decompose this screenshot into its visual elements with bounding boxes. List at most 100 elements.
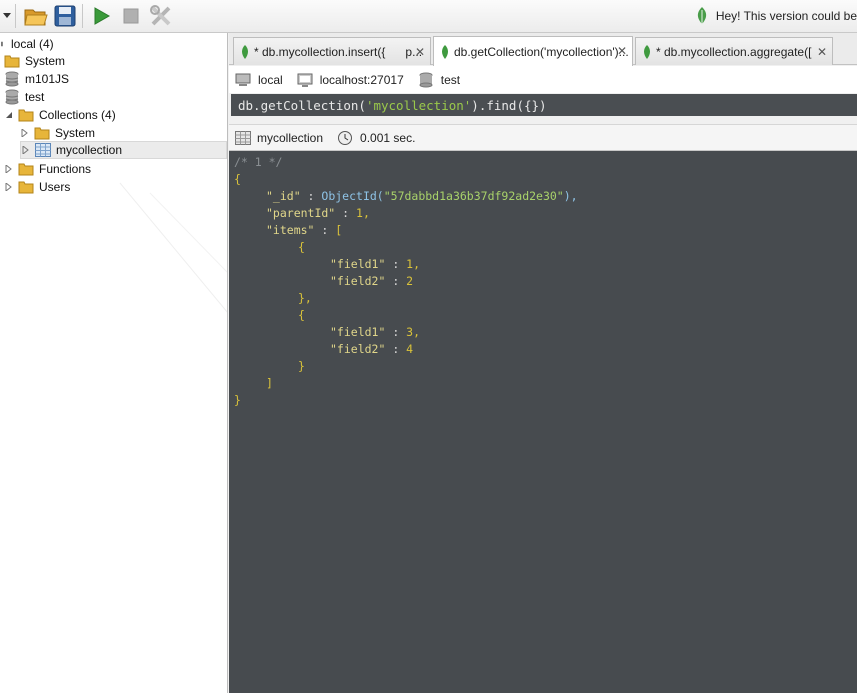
field-key: "parentId"	[266, 206, 336, 220]
item2-open: {	[298, 308, 305, 322]
tree-label-system-db: System	[25, 54, 66, 68]
connection-info-bar: local localhost:27017 test	[229, 66, 857, 93]
expand-arrow-icon[interactable]	[4, 164, 14, 174]
item1-field2: "field2" : 2	[330, 273, 413, 290]
folder-icon	[18, 163, 34, 176]
tree-label-functions: Functions	[39, 162, 92, 176]
tab-label: * db.mycollection.aggregate([	[656, 44, 812, 59]
collection-table-icon	[35, 143, 51, 157]
results-output[interactable]: /* 1 */ { "_id" : ObjectId("57dabbd1a36b…	[229, 151, 857, 693]
execution-time: 0.001 sec.	[337, 130, 415, 146]
expand-arrow-icon[interactable]	[20, 128, 30, 138]
array-close: ]	[266, 376, 273, 390]
field-separator: :	[385, 274, 407, 288]
tree-item-system-db[interactable]: System	[4, 52, 65, 70]
server-address: localhost:27017	[297, 72, 404, 88]
close-icon[interactable]: ✕	[617, 44, 627, 58]
close-icon[interactable]: ✕	[817, 45, 827, 59]
tree-label-collections-system: System	[55, 126, 96, 140]
orientation-button[interactable]	[148, 3, 174, 29]
tree-label-test: test	[25, 90, 45, 104]
play-icon	[94, 7, 110, 25]
tree-item-collections[interactable]: Collections (4)	[4, 106, 116, 124]
tree-item-test[interactable]: test	[4, 88, 44, 106]
item2-field1: "field1" : 3,	[330, 324, 420, 341]
field-separator: :	[335, 206, 357, 220]
objectid-label: ObjectId(	[321, 189, 384, 203]
item2-field2: "field2" : 4	[330, 341, 413, 358]
connection-label: local	[258, 72, 283, 87]
result-collection-label: mycollection	[257, 130, 324, 145]
results-header: mycollection 0.001 sec.	[229, 124, 857, 151]
tab-insert[interactable]: * db.mycollection.insert({ p... ✕	[233, 37, 431, 65]
field-value: 1,	[356, 206, 370, 220]
execute-button[interactable]	[88, 3, 114, 29]
update-notice-text: Hey! This version could be	[715, 9, 857, 23]
field-key: "_id"	[266, 189, 301, 203]
collapse-arrow-icon[interactable]	[4, 110, 14, 120]
tree-label-collections: Collections (4)	[39, 108, 116, 122]
tree-item-functions[interactable]: Functions	[4, 160, 91, 178]
field-key: "items"	[266, 223, 315, 237]
query-text-prefix: db.getCollection(	[238, 97, 366, 113]
query-text-suffix: ).find({})	[471, 97, 547, 113]
expand-arrow-icon[interactable]	[4, 182, 14, 192]
tree-label-m101js: m101JS	[25, 72, 70, 86]
database-name: test	[418, 72, 460, 88]
stop-button[interactable]	[118, 3, 144, 29]
item1-open: {	[298, 240, 305, 254]
tree-item-collections-system[interactable]: System	[20, 124, 95, 142]
tab-find[interactable]: db.getCollection('mycollection')... ✕	[433, 36, 633, 66]
folder-icon	[4, 55, 20, 68]
close-icon[interactable]: ✕	[415, 45, 425, 59]
doc-field-id: "_id" : ObjectId("57dabbd1a36b37df92ad2e…	[266, 188, 578, 205]
collection-table-icon	[235, 130, 251, 145]
doc-open-brace: {	[234, 172, 241, 186]
connect-dropdown-button[interactable]	[0, 3, 14, 29]
tree-label-local: local (4)	[11, 37, 54, 51]
folder-icon	[18, 109, 34, 122]
field-separator: :	[314, 223, 336, 237]
update-notice[interactable]: Hey! This version could be	[692, 5, 857, 27]
open-file-button[interactable]	[23, 3, 49, 29]
folder-icon	[18, 181, 34, 194]
tree-item-m101js[interactable]: m101JS	[4, 70, 69, 88]
server-icon	[297, 73, 313, 87]
query-editor[interactable]: db.getCollection('mycollection').find({}…	[231, 94, 857, 116]
mongodb-leaf-icon	[697, 7, 706, 25]
server-label: localhost:27017	[319, 72, 404, 87]
tab-aggregate[interactable]: * db.mycollection.aggregate([ ✕	[635, 37, 833, 65]
mongodb-leaf-icon	[242, 44, 248, 59]
field-separator: :	[385, 257, 407, 271]
field-key: "field2"	[330, 274, 386, 288]
chevron-down-icon	[3, 13, 11, 18]
mongodb-leaf-icon	[442, 44, 448, 59]
save-button[interactable]	[52, 3, 78, 29]
database-icon	[5, 71, 19, 87]
database-label: test	[440, 72, 461, 87]
execution-time-label: 0.001 sec.	[360, 130, 416, 145]
item1-field1: "field1" : 1,	[330, 256, 420, 273]
explorer-tree: local (4) System m101JS test Collections…	[0, 33, 228, 693]
objectid-close: ),	[563, 189, 578, 203]
database-icon	[419, 72, 433, 87]
folder-open-icon	[24, 9, 48, 26]
field-value: 4	[406, 342, 414, 356]
tree-item-mycollection[interactable]: mycollection	[20, 141, 227, 159]
doc-field-parentid: "parentId" : 1,	[266, 205, 370, 222]
objectid-value: "57dabbd1a36b37df92ad2e30"	[383, 189, 564, 203]
floppy-disk-icon	[54, 5, 76, 27]
field-separator: :	[385, 325, 407, 339]
clock-icon	[338, 130, 353, 145]
tree-label-users: Users	[39, 180, 71, 194]
mongodb-leaf-icon	[644, 44, 650, 59]
tree-item-local[interactable]: local (4)	[1, 35, 54, 53]
tools-icon	[150, 5, 171, 26]
doc-comment: /* 1 */	[234, 155, 283, 169]
expand-arrow-icon[interactable]	[21, 145, 31, 155]
query-tab-bar: * db.mycollection.insert({ p... ✕ db.get…	[229, 33, 857, 66]
field-value: 2	[406, 274, 414, 288]
tree-item-users[interactable]: Users	[4, 178, 70, 196]
field-separator: :	[300, 189, 322, 203]
field-key: "field1"	[330, 325, 386, 339]
